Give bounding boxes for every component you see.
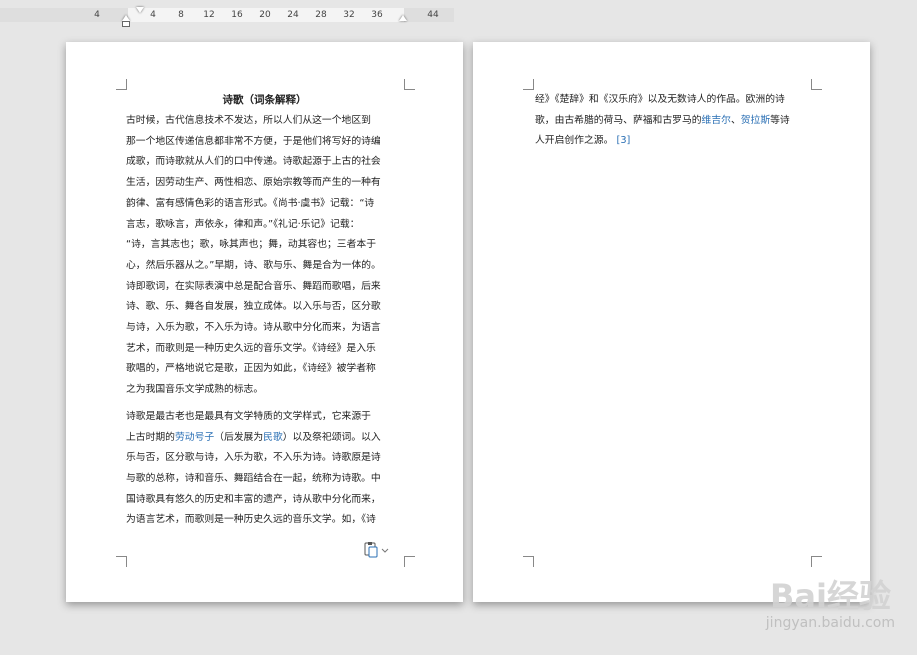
text-run: 成歌，而诗歌就从人们的口中传递。诗歌起源于上古的社会 [126, 156, 381, 168]
text-run: 歌，由古希腊的荷马、萨福和古罗马的 [535, 114, 702, 126]
text-run: 为语言艺术，而歌则是一种历史久远的音乐文学。如，《诗 [126, 514, 376, 526]
text-run: 诗即歌词，在实际表演中总是配合音乐、舞蹈而歌唱，后来 [126, 280, 381, 292]
document-page-1[interactable]: 诗歌（词条解释） 古时候，古代信息技术不发达，所以人们从这一个地区到 那一个地区传… [66, 42, 463, 602]
crop-mark [811, 79, 822, 90]
ruler-tick: 32 [343, 10, 355, 20]
text-line: 之为我国音乐文学成熟的标志。 [126, 383, 263, 397]
text-line: 歌，由古希腊的荷马、萨福和古罗马的维吉尔、贺拉斯等诗 [535, 114, 790, 128]
text-run: 心，然后乐器从之。”早期，诗、歌与乐、舞是合为一体的。 [126, 259, 381, 271]
text-line: 经》《楚辞》和《汉乐府》以及无数诗人的作品。欧洲的诗 [535, 93, 785, 107]
hyperlink[interactable]: 劳动号子 [175, 432, 214, 443]
text-line: 生活，因劳动生产、两性相恋、原始宗教等而产生的一种有 [126, 176, 381, 190]
document-page-2[interactable]: 经》《楚辞》和《汉乐府》以及无数诗人的作品。欧洲的诗 歌，由古希腊的荷马、萨福和古… [473, 42, 870, 602]
text-run: 与诗，入乐为歌，不入乐为诗。诗从歌中分化而来，为语言 [126, 322, 381, 333]
text-line: 国诗歌具有悠久的历史和丰富的遗产，诗从歌中分化而来， [126, 493, 381, 507]
text-run: 乐与否，区分歌与诗，入乐为歌，不入乐为诗。诗歌原是诗 [126, 452, 381, 464]
document-title: 诗歌（词条解释） [222, 94, 307, 106]
text-run: 韵律、富有感情色彩的语言形式。《尚书·虞书》记载：“诗 [126, 197, 375, 209]
crop-mark [523, 79, 534, 90]
horizontal-ruler[interactable]: 4 4 8 12 16 20 24 28 32 36 44 [0, 0, 917, 30]
text-run: 生活，因劳动生产、两性相恋、原始宗教等而产生的一种有 [126, 177, 381, 189]
text-run: 艺术，而歌则是一种历史久远的音乐文学。《诗经》是入乐 [126, 342, 376, 354]
left-indent-marker[interactable] [122, 21, 130, 27]
text-run: 与歌的总称，诗和音乐、舞蹈结合在一起，统称为诗歌。中 [126, 472, 381, 484]
text-run: 之为我国音乐文学成熟的标志。 [126, 384, 264, 396]
text-line: 成歌，而诗歌就从人们的口中传递。诗歌起源于上古的社会 [126, 155, 381, 169]
crop-mark [116, 79, 127, 90]
crop-mark [523, 556, 534, 567]
ruler-tick: 12 [203, 10, 215, 20]
text-line: 人开启创作之源。 [3] [535, 134, 630, 148]
watermark-logo: Bai经验 [770, 577, 891, 615]
ruler-left-margin [0, 8, 128, 22]
text-line: 心，然后乐器从之。”早期，诗、歌与乐、舞是合为一体的。 [126, 259, 381, 273]
text-line: 上古时期的劳动号子（后发展为民歌）以及祭祀颂词。以入 [126, 431, 381, 445]
text-run: 等诗 [770, 114, 790, 126]
ruler-tick: 44 [427, 10, 439, 20]
first-line-indent-marker[interactable] [136, 7, 144, 13]
text-line: 诗歌是最古老也是最具有文学特质的文学样式，它来源于 [126, 410, 371, 424]
crop-mark [404, 79, 415, 90]
hyperlink[interactable]: [3] [617, 135, 631, 146]
ruler-tick: 36 [371, 10, 383, 20]
hyperlink[interactable]: 民歌 [263, 432, 283, 443]
ruler-tick: 20 [259, 10, 271, 20]
text-line: 那一个地区传递信息都非常不方便，于是他们将写好的诗编 [126, 135, 381, 149]
text-line: “诗，言其志也；歌，咏其声也；舞，动其容也；三者本于 [126, 238, 376, 252]
text-line: 为语言艺术，而歌则是一种历史久远的音乐文学。如，《诗 [126, 513, 376, 527]
text-run: 上古时期的 [126, 431, 175, 443]
text-run: ）以及祭祀颂词。以入 [282, 431, 381, 443]
text-run: 歌唱的，严格地说它是歌，正因为如此，《诗经》被学者称 [126, 363, 376, 375]
crop-mark [404, 556, 415, 567]
text-run: 那一个地区传递信息都非常不方便，于是他们将写好的诗编 [126, 135, 381, 147]
text-line: 韵律、富有感情色彩的语言形式。《尚书·虞书》记载：“诗 [126, 197, 374, 211]
text-line: 与歌的总称，诗和音乐、舞蹈结合在一起，统称为诗歌。中 [126, 472, 381, 486]
text-line: 与诗，入乐为歌，不入乐为诗。诗从歌中分化而来，为语言 [126, 321, 381, 335]
ruler-tick: 16 [231, 10, 243, 20]
text-line: 乐与否，区分歌与诗，入乐为歌，不入乐为诗。诗歌原是诗 [126, 451, 381, 465]
watermark-url: jingyan.baidu.com [765, 615, 895, 631]
text-run: 、 [730, 114, 741, 126]
text-run: 人开启创作之源。 [535, 135, 617, 146]
ruler-tick: 4 [150, 10, 156, 20]
paste-options-icon[interactable] [364, 542, 390, 558]
text-run: 言志，歌咏言，声依永，律和声。”《礼记·乐记》记载： [126, 218, 360, 230]
text-run: 古时候，古代信息技术不发达，所以人们从这一个地区到 [126, 115, 371, 126]
ruler-tick: 4 [94, 10, 100, 20]
text-line: 言志，歌咏言，声依永，律和声。”《礼记·乐记》记载： [126, 218, 360, 232]
crop-mark [116, 556, 127, 567]
text-run: 诗、歌、乐、舞各自发展，独立成体。以入乐与否，区分歌 [126, 301, 381, 313]
text-run: 国诗歌具有悠久的历史和丰富的遗产，诗从歌中分化而来， [126, 493, 381, 505]
right-indent-marker[interactable] [399, 15, 407, 21]
text-line: 诗、歌、乐、舞各自发展，独立成体。以入乐与否，区分歌 [126, 300, 381, 314]
hyperlink[interactable]: 贺拉斯 [741, 115, 770, 126]
hyperlink[interactable]: 维吉尔 [702, 115, 731, 126]
text-line: 诗即歌词，在实际表演中总是配合音乐、舞蹈而歌唱，后来 [126, 280, 381, 294]
baidu-jingyan-watermark: Bai经验 jingyan.baidu.com [729, 565, 899, 635]
text-run: （后发展为 [214, 431, 264, 443]
text-run: 诗歌是最古老也是最具有文学特质的文学样式，它来源于 [126, 410, 371, 422]
text-line: 歌唱的，严格地说它是歌，正因为如此，《诗经》被学者称 [126, 362, 376, 376]
ruler-tick: 24 [287, 10, 299, 20]
ruler-tick: 8 [178, 10, 184, 20]
ruler-tick: 28 [315, 10, 327, 20]
text-line: 古时候，古代信息技术不发达，所以人们从这一个地区到 [126, 114, 371, 128]
text-run: “诗，言其志也；歌，咏其声也；舞，动其容也；三者本于 [126, 239, 376, 251]
text-line: 艺术，而歌则是一种历史久远的音乐文学。《诗经》是入乐 [126, 342, 376, 356]
text-run: 经》《楚辞》和《汉乐府》以及无数诗人的作品。欧洲的诗 [535, 94, 785, 105]
